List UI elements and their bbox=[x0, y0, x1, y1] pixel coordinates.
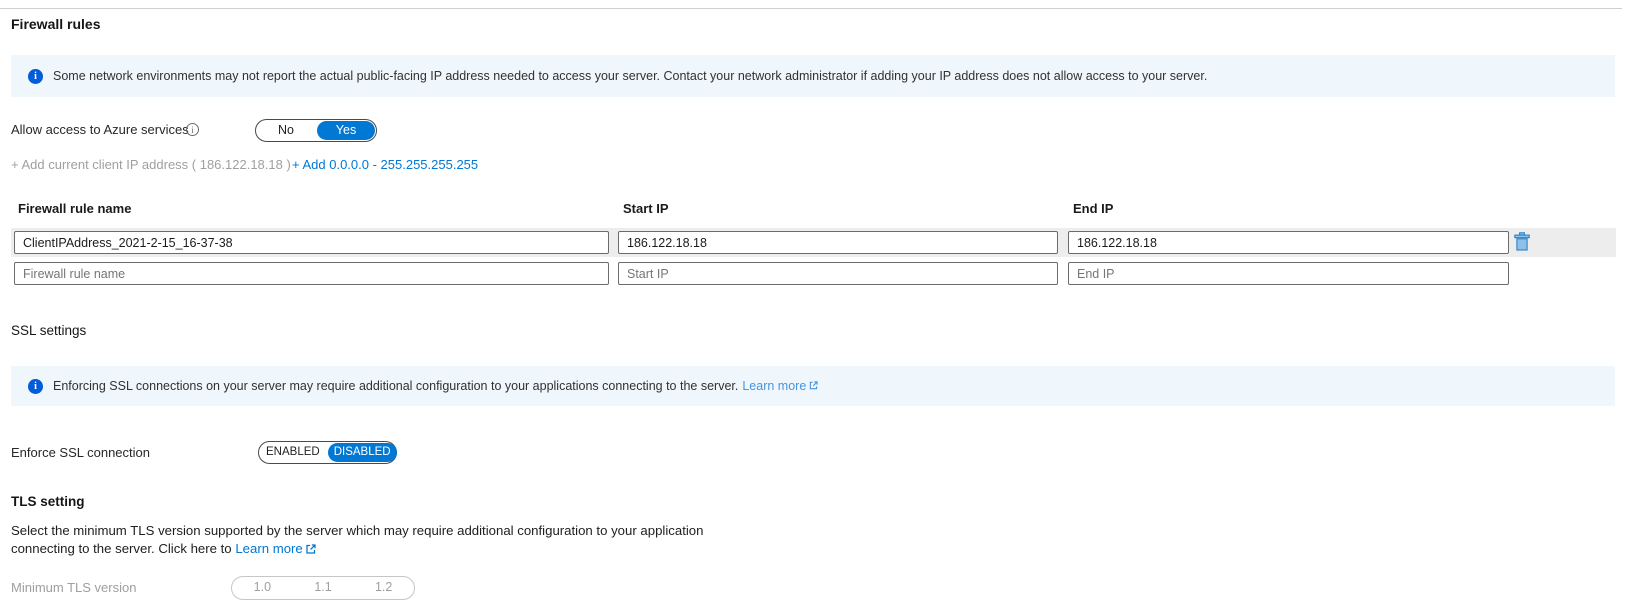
rule-name-input[interactable] bbox=[14, 231, 609, 254]
toggle-option-disabled[interactable]: DISABLED bbox=[328, 443, 397, 462]
firewall-info-text: Some network environments may not report… bbox=[53, 69, 1207, 83]
start-ip-input[interactable] bbox=[618, 231, 1058, 254]
allow-azure-services-label: Allow access to Azure services bbox=[11, 122, 189, 137]
info-icon: i bbox=[28, 69, 43, 84]
ssl-info-text: Enforcing SSL connections on your server… bbox=[53, 379, 738, 393]
add-client-ip-link: + Add current client IP address ( 186.12… bbox=[11, 157, 291, 172]
new-rule-name-input[interactable] bbox=[14, 262, 609, 285]
tls-setting-heading: TLS setting bbox=[11, 494, 85, 509]
column-header-start-ip: Start IP bbox=[623, 201, 669, 216]
toggle-option-enabled[interactable]: ENABLED bbox=[260, 443, 326, 462]
tls-description-line2: connecting to the server. Click here to bbox=[11, 541, 235, 556]
ssl-learn-more-link[interactable]: Learn more bbox=[742, 379, 806, 393]
tls-description: Select the minimum TLS version supported… bbox=[11, 522, 731, 558]
column-header-end-ip: End IP bbox=[1073, 201, 1113, 216]
toggle-option-1-0: 1.0 bbox=[233, 578, 292, 597]
enforce-ssl-toggle: ENABLED DISABLED bbox=[258, 441, 397, 464]
external-link-icon bbox=[809, 379, 818, 393]
azure-services-toggle: No Yes bbox=[255, 119, 377, 142]
new-end-ip-input[interactable] bbox=[1068, 262, 1509, 285]
top-divider bbox=[0, 8, 1622, 9]
toggle-option-1-1: 1.1 bbox=[294, 578, 353, 597]
toggle-option-1-2: 1.2 bbox=[354, 578, 413, 597]
column-header-rule-name: Firewall rule name bbox=[18, 201, 131, 216]
tls-learn-more-link[interactable]: Learn more bbox=[235, 541, 302, 556]
new-start-ip-input[interactable] bbox=[618, 262, 1058, 285]
enforce-ssl-label: Enforce SSL connection bbox=[11, 445, 150, 460]
min-tls-version-toggle: 1.0 1.1 1.2 bbox=[231, 576, 415, 600]
delete-rule-button[interactable] bbox=[1514, 232, 1530, 251]
info-tooltip-icon[interactable]: i bbox=[186, 123, 199, 136]
ssl-info-banner: i Enforcing SSL connections on your serv… bbox=[11, 366, 1615, 406]
firewall-info-banner: i Some network environments may not repo… bbox=[11, 55, 1615, 97]
firewall-rules-heading: Firewall rules bbox=[11, 16, 100, 32]
tls-description-line1: Select the minimum TLS version supported… bbox=[11, 523, 703, 538]
toggle-option-yes[interactable]: Yes bbox=[317, 121, 375, 140]
add-ip-range-link[interactable]: + Add 0.0.0.0 - 255.255.255.255 bbox=[292, 157, 478, 172]
info-icon: i bbox=[28, 379, 43, 394]
min-tls-version-label: Minimum TLS version bbox=[11, 580, 136, 595]
external-link-icon bbox=[306, 541, 316, 559]
toggle-option-no[interactable]: No bbox=[257, 121, 315, 140]
end-ip-input[interactable] bbox=[1068, 231, 1509, 254]
ssl-settings-heading: SSL settings bbox=[11, 323, 86, 338]
trash-icon bbox=[1514, 232, 1530, 251]
